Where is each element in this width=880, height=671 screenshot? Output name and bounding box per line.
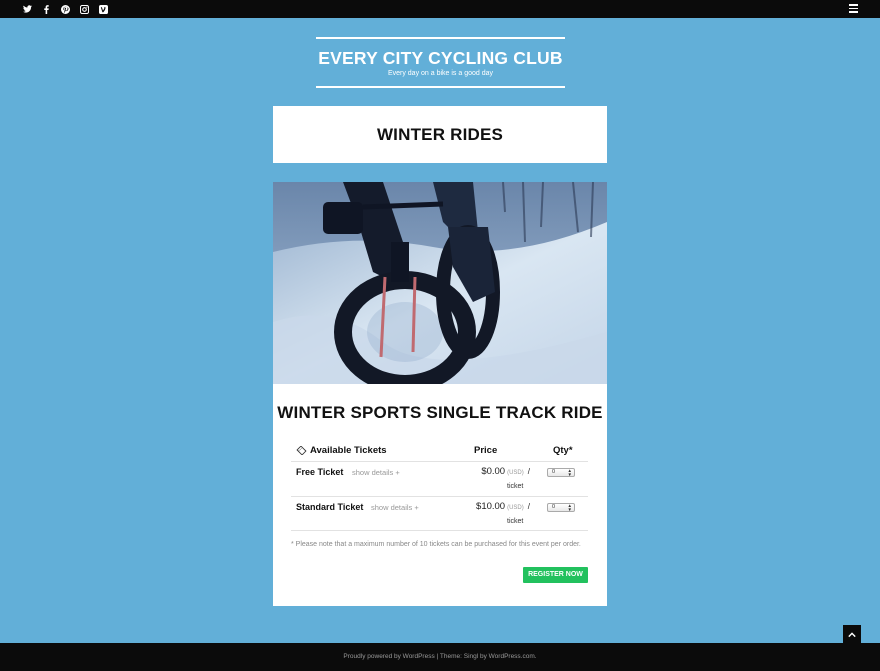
tickets-header-qty: Qty* (553, 445, 573, 456)
ticket-row-free: Free Ticket show details + $0.00 (USD) / t… (291, 461, 588, 496)
event-featured-image (273, 182, 607, 384)
price-slash: / (527, 467, 530, 476)
show-details-link[interactable]: show details + (352, 468, 400, 477)
register-now-button[interactable]: REGISTER NOW (523, 567, 588, 583)
ticket-price: $10.00 (USD) / (476, 501, 530, 512)
event-card: WINTER SPORTS SINGLE TRACK RIDE Availabl… (273, 182, 607, 606)
site-header: EVERY CITY CYCLING CLUB Every day on a b… (316, 37, 565, 88)
ticket-name: Standard Ticket (296, 502, 364, 512)
hamburger-menu-icon[interactable] (849, 4, 858, 14)
ticket-per: ticket (507, 518, 524, 525)
ticket-qty-select[interactable]: 0 ▲ ▼ (547, 503, 575, 512)
page-title-box: WINTER RIDES (273, 106, 607, 163)
page-title: WINTER RIDES (376, 124, 504, 144)
ticket-name: Free Ticket (296, 467, 344, 477)
ticket-per: ticket (507, 483, 524, 490)
pinterest-icon[interactable] (56, 2, 74, 16)
ticket-row-standard: Standard Ticket show details + $10.00 (US… (291, 496, 588, 531)
ticket-limit-note: * Please note that a maximum number of 1… (291, 541, 581, 548)
ticket-icon (296, 446, 307, 455)
site-footer: Proudly powered by WordPress | Theme: Si… (0, 643, 880, 671)
show-details-link[interactable]: show details + (371, 503, 419, 512)
instagram-icon[interactable] (75, 2, 93, 16)
social-links (18, 2, 113, 16)
facebook-icon[interactable] (37, 2, 55, 16)
tickets-table: Available Tickets Price Qty* Free Ticket… (291, 439, 588, 531)
ticket-currency: (USD) (507, 470, 524, 476)
chevron-up-icon (848, 631, 856, 637)
tickets-header-name: Available Tickets (310, 445, 387, 456)
price-slash: / (527, 502, 530, 511)
tickets-header-price: Price (474, 445, 498, 456)
site-tagline: Every day on a bike is a good day (387, 70, 494, 77)
select-arrows-icon: ▲ ▼ (567, 503, 572, 512)
ticket-price-amount: $10.00 (476, 501, 506, 512)
ticket-price: $0.00 (USD) / (481, 466, 530, 477)
event-title: WINTER SPORTS SINGLE TRACK RIDE (277, 403, 603, 422)
tickets-table-header: Available Tickets Price Qty* (291, 439, 588, 461)
vine-icon[interactable] (94, 2, 112, 16)
twitter-icon[interactable] (18, 2, 36, 16)
ticket-qty-value: 0 (552, 469, 556, 475)
ticket-qty-value: 0 (552, 504, 556, 510)
back-to-top-button[interactable] (843, 625, 861, 644)
fat-bike-snow-image (273, 182, 607, 384)
ticket-currency: (USD) (507, 505, 524, 511)
ticket-price-amount: $0.00 (481, 466, 506, 477)
top-bar (0, 0, 880, 18)
footer-credits[interactable]: Proudly powered by WordPress | Theme: Si… (343, 653, 536, 660)
select-arrows-icon: ▲ ▼ (567, 468, 572, 477)
ticket-qty-select[interactable]: 0 ▲ ▼ (547, 468, 575, 477)
site-title[interactable]: EVERY CITY CYCLING CLUB (316, 48, 565, 68)
